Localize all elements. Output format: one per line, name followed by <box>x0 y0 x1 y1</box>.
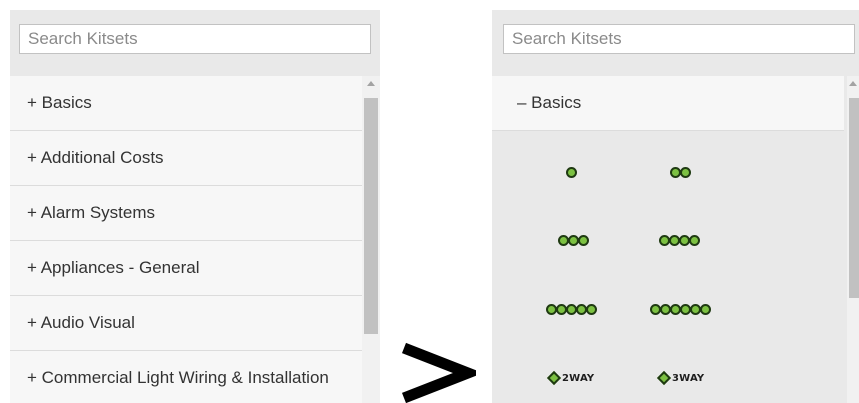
four-dot-icon[interactable] <box>659 230 700 250</box>
search-input[interactable] <box>503 24 855 54</box>
three-way-switch-icon[interactable]: 3WAY <box>656 368 704 388</box>
kitset-category-basics-expanded[interactable]: – Basics <box>492 76 844 131</box>
kitset-category-appliances-general[interactable]: + Appliances - General <box>10 241 362 296</box>
three-dot-icon[interactable] <box>558 230 589 250</box>
two-dot-icon[interactable] <box>670 162 691 182</box>
two-way-switch-icon[interactable]: 2WAY <box>546 368 594 388</box>
kitset-category-additional-costs[interactable]: + Additional Costs <box>10 131 362 186</box>
scroll-thumb[interactable] <box>364 98 378 334</box>
kitset-category-audio-visual[interactable]: + Audio Visual <box>10 296 362 351</box>
scrollbar[interactable] <box>847 76 859 403</box>
kitset-category-basics[interactable]: + Basics <box>10 76 362 131</box>
kitset-panel-expanded: – Basics 2WAY 3WAY <box>492 10 859 403</box>
transition-arrow-icon <box>401 342 476 403</box>
diamond-icon <box>656 370 672 386</box>
five-dot-icon[interactable] <box>546 299 597 319</box>
kitset-list: + Basics + Additional Costs + Alarm Syst… <box>10 76 362 403</box>
scroll-thumb[interactable] <box>849 98 859 298</box>
search-input[interactable] <box>19 24 371 54</box>
one-dot-icon[interactable] <box>566 162 577 182</box>
kitset-category-commercial-light-wiring[interactable]: + Commercial Light Wiring & Installation <box>10 351 362 403</box>
kitset-panel-collapsed: + Basics + Additional Costs + Alarm Syst… <box>10 10 380 403</box>
search-bar <box>492 10 859 76</box>
six-dot-icon[interactable] <box>650 299 711 319</box>
search-bar <box>10 10 380 76</box>
kitset-category-alarm-systems[interactable]: + Alarm Systems <box>10 186 362 241</box>
diamond-icon <box>546 370 562 386</box>
scroll-up-icon[interactable] <box>367 81 375 86</box>
scrollbar[interactable] <box>362 76 380 403</box>
scroll-up-icon[interactable] <box>849 81 857 86</box>
